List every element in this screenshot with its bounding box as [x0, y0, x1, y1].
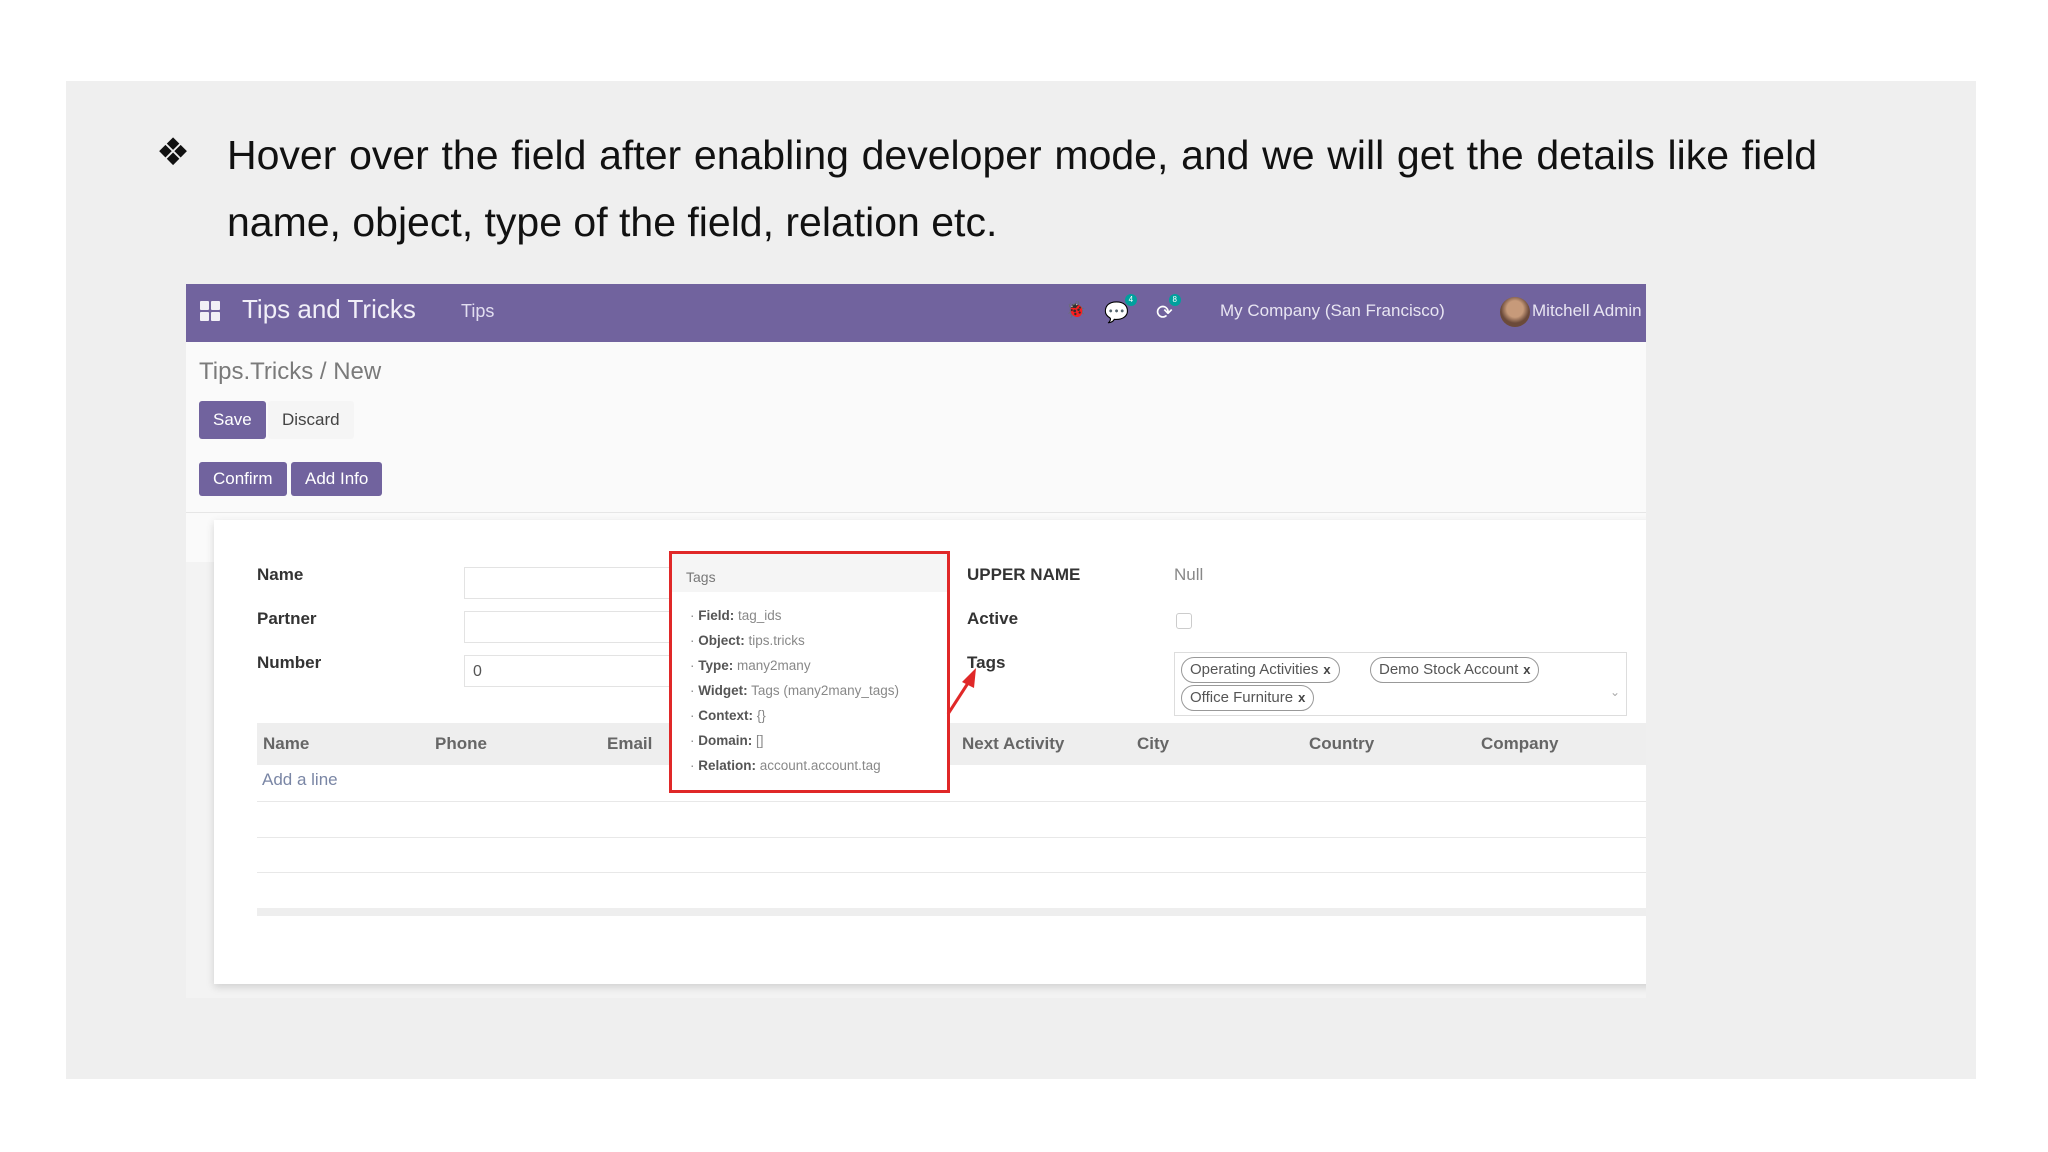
activity-badge: 8	[1168, 294, 1181, 306]
tooltip-key: Domain:	[698, 733, 753, 748]
tooltip-row-domain: · Domain: []	[690, 733, 764, 748]
tooltip-value: tag_ids	[738, 608, 782, 623]
tag-chip-label: Operating Activities	[1190, 661, 1319, 678]
top-navbar: Tips and Tricks Tips 🐞 💬 4 ⟳ 8 My Compan…	[186, 284, 1646, 342]
company-switcher[interactable]: My Company (San Francisco)	[1220, 301, 1445, 321]
slide-caption: Hover over the field after enabling deve…	[227, 132, 1817, 245]
column-header[interactable]: Next Activity	[962, 734, 1064, 754]
chevron-down-icon[interactable]: ⌄	[1610, 685, 1620, 699]
tooltip-value: tips.tricks	[748, 633, 805, 648]
tooltip-key: Context:	[698, 708, 753, 723]
add-a-line-link[interactable]: Add a line	[262, 770, 338, 790]
confirm-button[interactable]: Confirm	[199, 462, 287, 496]
user-menu[interactable]: Mitchell Admin	[1532, 301, 1642, 321]
tags-field[interactable]: Operating Activities x Demo Stock Account…	[1174, 652, 1627, 716]
active-label: Active	[967, 609, 1019, 628]
table-footer	[257, 908, 1646, 916]
table-row-divider	[257, 801, 1646, 802]
apps-menu-icon[interactable]	[200, 301, 220, 321]
field-tooltip: Tags · Field: tag_ids · Object: tips.tri…	[669, 551, 950, 793]
tooltip-value: {}	[756, 708, 766, 723]
app-title[interactable]: Tips and Tricks	[242, 294, 416, 325]
tooltip-row-relation: · Relation: account.account.tag	[690, 758, 881, 773]
activity-clock-icon[interactable]: ⟳ 8	[1156, 294, 1181, 325]
name-label: Name	[257, 565, 304, 584]
number-input[interactable]: 0	[464, 655, 684, 687]
tag-chip[interactable]: Office Furniture x	[1181, 685, 1315, 711]
table-header: Name Phone Email Next Activity City Coun…	[257, 723, 1646, 765]
tag-chip-label: Office Furniture	[1190, 689, 1294, 706]
bullet-icon: ❖	[156, 130, 191, 174]
add-info-button[interactable]: Add Info	[291, 462, 383, 496]
tooltip-row-type: · Type: many2many	[690, 658, 811, 673]
tooltip-value: many2many	[737, 658, 811, 673]
tooltip-value: account.account.tag	[759, 758, 881, 773]
user-avatar[interactable]	[1500, 297, 1530, 327]
column-header[interactable]: Email	[607, 734, 652, 754]
tooltip-key: Widget:	[698, 683, 748, 698]
tooltip-key: Field:	[698, 608, 735, 623]
chat-badge: 4	[1124, 294, 1137, 306]
breadcrumb[interactable]: Tips.Tricks / New	[199, 358, 381, 386]
bug-icon[interactable]: 🐞	[1066, 300, 1086, 320]
active-checkbox[interactable]	[1176, 613, 1192, 629]
save-button[interactable]: Save	[199, 401, 266, 439]
odoo-screenshot: Tips and Tricks Tips 🐞 💬 4 ⟳ 8 My Compan…	[186, 284, 1646, 998]
tooltip-title: Tags	[686, 569, 716, 585]
upper-name-label: UPPER NAME	[967, 565, 1081, 584]
tooltip-row-object: · Object: tips.tricks	[690, 633, 805, 648]
tag-chip-label: Demo Stock Account	[1379, 661, 1519, 678]
control-panel: Tips.Tricks / New Save Discard	[186, 342, 1646, 562]
tag-remove-icon[interactable]: x	[1323, 662, 1330, 677]
name-input[interactable]	[464, 567, 684, 599]
chat-icon-glyph: 💬	[1104, 302, 1129, 324]
column-header[interactable]: Country	[1309, 734, 1374, 754]
clock-icon-glyph: ⟳	[1156, 302, 1173, 324]
menu-item-tips[interactable]: Tips	[461, 301, 494, 322]
tag-remove-icon[interactable]: x	[1298, 690, 1305, 705]
chat-icon[interactable]: 💬 4	[1104, 294, 1137, 325]
tag-remove-icon[interactable]: x	[1523, 662, 1530, 677]
tooltip-row-field: · Field: tag_ids	[690, 608, 782, 623]
red-arrow-icon	[946, 668, 976, 715]
tag-chip[interactable]: Demo Stock Account x	[1370, 657, 1540, 683]
table-row-divider	[257, 872, 1646, 873]
table-row-divider	[257, 837, 1646, 838]
partner-input[interactable]	[464, 611, 684, 643]
column-header[interactable]: City	[1137, 734, 1169, 754]
column-header[interactable]: Name	[263, 734, 309, 754]
tooltip-value: []	[756, 733, 764, 748]
column-header[interactable]: Company	[1481, 734, 1558, 754]
tooltip-key: Relation:	[698, 758, 757, 773]
discard-button[interactable]: Discard	[268, 401, 354, 439]
tooltip-row-context: · Context: {}	[690, 708, 766, 723]
tooltip-key: Object:	[698, 633, 745, 648]
tooltip-row-widget: · Widget: Tags (many2many_tags)	[690, 683, 899, 698]
column-header[interactable]: Phone	[435, 734, 487, 754]
upper-name-value: Null	[1174, 565, 1204, 584]
number-label: Number	[257, 653, 322, 672]
debug-icon-glyph: 🐞	[1066, 302, 1086, 319]
partner-label: Partner	[257, 609, 317, 628]
tag-chip[interactable]: Operating Activities x	[1181, 657, 1340, 683]
tooltip-key: Type:	[698, 658, 734, 673]
tooltip-value: Tags (many2many_tags)	[751, 683, 899, 698]
